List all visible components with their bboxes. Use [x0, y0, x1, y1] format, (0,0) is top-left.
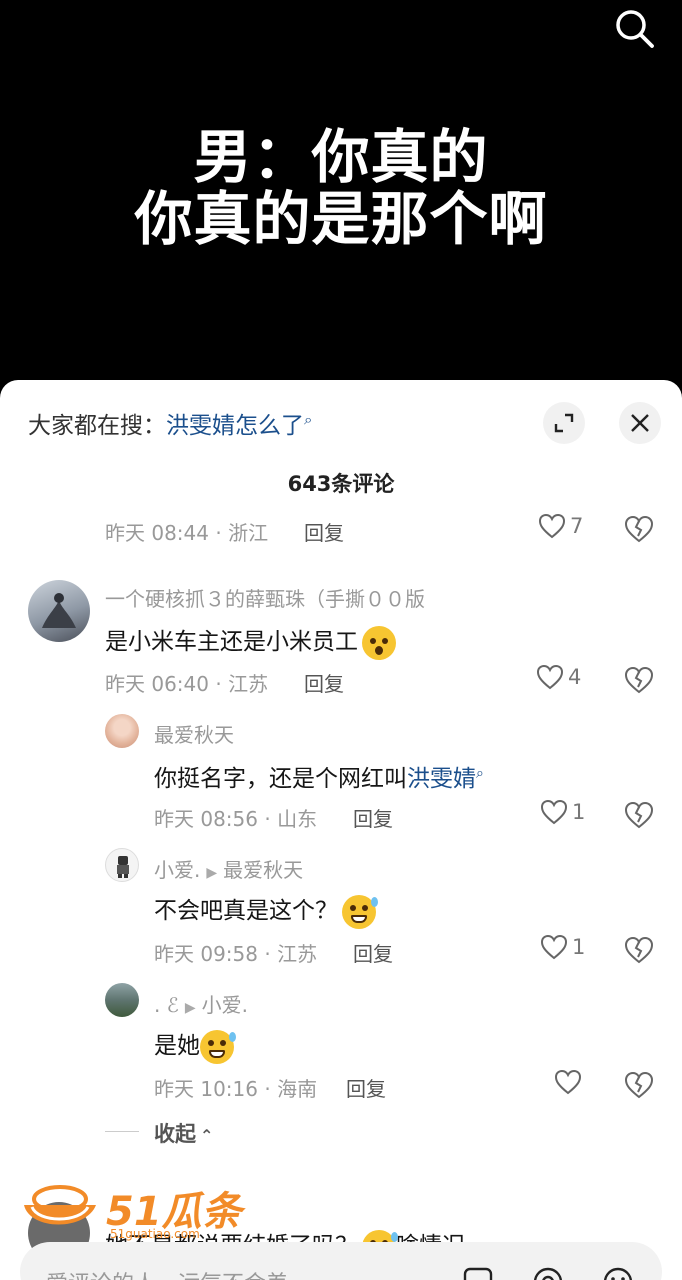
- avatar[interactable]: [28, 580, 90, 642]
- comment-meta: 昨天 10:16 · 海南: [154, 1077, 318, 1101]
- caption-line-1: 男：你真的: [193, 123, 489, 191]
- search-small-icon: ⌕: [304, 410, 313, 429]
- like-count: 7: [570, 514, 584, 538]
- comment-meta: 昨天 06:40 · 江苏: [105, 672, 269, 696]
- comment-text-content: 你挺名字，还是个网红叫: [154, 766, 407, 792]
- commenter-name-text: . ℰ: [154, 993, 179, 1017]
- like-count: 1: [572, 935, 586, 959]
- avatar[interactable]: [105, 848, 139, 882]
- emoji-icon: [603, 1267, 633, 1280]
- commenter-name-text: 小爱.: [154, 858, 201, 882]
- heart-icon: [538, 513, 566, 539]
- commenter-name[interactable]: . ℰ ▶ 小爱.: [154, 989, 248, 1018]
- video-caption: 男：你真的 你真的是那个啊: [0, 126, 682, 250]
- grimacing-sweat-emoji-icon: [200, 1029, 236, 1064]
- dislike-button[interactable]: [624, 936, 654, 964]
- mention-button[interactable]: [532, 1266, 564, 1280]
- comment-input[interactable]: 爱评论的人，运气不会差: [20, 1242, 662, 1280]
- like-count: 4: [568, 665, 582, 689]
- emoji-button[interactable]: [602, 1266, 634, 1280]
- image-icon: [463, 1267, 493, 1280]
- dislike-button[interactable]: [624, 515, 654, 543]
- comment-input-placeholder: 爱评论的人，运气不会差: [46, 1266, 288, 1280]
- search-icon: [616, 10, 654, 48]
- broken-heart-icon: [624, 515, 654, 543]
- heart-icon: [540, 799, 568, 825]
- close-button[interactable]: [619, 402, 661, 444]
- comment-text: 不会吧真是这个？: [154, 891, 378, 929]
- commenter-name[interactable]: 最爱秋天: [154, 719, 234, 748]
- heart-icon: [540, 934, 568, 960]
- like-button[interactable]: 1: [540, 799, 585, 825]
- expand-icon: [554, 413, 574, 433]
- reply-to-name[interactable]: 小爱.: [202, 993, 248, 1017]
- commenter-name[interactable]: 一个硬核抓３的薛甄珠（手撕００版: [105, 583, 425, 612]
- heart-icon: [554, 1069, 582, 1095]
- search-suggestion[interactable]: 大家都在搜：洪雯婧怎么了⌕: [28, 406, 312, 440]
- reply-arrow-icon: ▶: [206, 865, 218, 881]
- comment-text: 是她: [154, 1026, 236, 1064]
- dislike-button[interactable]: [624, 1071, 654, 1099]
- reply-to-name[interactable]: 最爱秋天: [223, 858, 303, 882]
- comment-meta: 昨天 08:56 · 山东: [154, 807, 318, 831]
- comment-count: 643条评论: [287, 472, 395, 496]
- commenter-name[interactable]: 小爱. ▶ 最爱秋天: [154, 854, 303, 883]
- comment-search-link[interactable]: 洪雯婧: [407, 766, 476, 792]
- video-player[interactable]: 男：你真的 你真的是那个啊: [0, 0, 682, 400]
- reply-button[interactable]: 回复: [304, 517, 344, 546]
- close-icon: [631, 414, 649, 432]
- broken-heart-icon: [624, 936, 654, 964]
- chevron-up-icon: ⌃: [200, 1126, 214, 1145]
- caption-line-2: 你真的是那个啊: [134, 185, 548, 253]
- search-suggestion-prefix: 大家都在搜：: [28, 413, 166, 439]
- watermark-melon-icon: [24, 1185, 96, 1225]
- reply-button[interactable]: 回复: [353, 938, 393, 967]
- search-button[interactable]: [614, 8, 656, 50]
- reply-button[interactable]: 回复: [346, 1073, 386, 1102]
- reply-arrow-icon: ▶: [184, 1000, 196, 1016]
- comment-text: 是小米车主还是小米员工: [105, 622, 396, 660]
- collapse-label: 收起: [154, 1122, 196, 1146]
- comment-sheet: 大家都在搜：洪雯婧怎么了⌕ 643条评论 昨天 08:44 · 浙江 回复 7 …: [0, 380, 682, 1280]
- avatar-figure: [117, 856, 129, 878]
- comment-text: 你挺名字，还是个网红叫洪雯婧⌕: [154, 759, 484, 793]
- like-button[interactable]: 1: [540, 934, 585, 960]
- comment-meta: 昨天 09:58 · 江苏: [154, 942, 318, 966]
- broken-heart-icon: [624, 1071, 654, 1099]
- watermark-logo: 51瓜条 51guatiao.com: [20, 1175, 250, 1245]
- astonished-emoji-icon: [362, 625, 396, 660]
- comment-meta: 昨天 08:44 · 浙江: [105, 521, 269, 545]
- comment-text-content: 是小米车主还是小米员工: [105, 629, 358, 655]
- heart-icon: [536, 664, 564, 690]
- like-button[interactable]: 4: [536, 664, 581, 690]
- expand-button[interactable]: [543, 402, 585, 444]
- avatar[interactable]: [105, 714, 139, 748]
- search-suggestion-term[interactable]: 洪雯婧怎么了: [166, 413, 304, 439]
- collapse-divider: [105, 1131, 139, 1132]
- reply-button[interactable]: 回复: [304, 668, 344, 697]
- broken-heart-icon: [624, 666, 654, 694]
- image-button[interactable]: [462, 1266, 494, 1280]
- collapse-replies-button[interactable]: 收起 ⌃: [154, 1118, 213, 1148]
- at-icon: [533, 1267, 563, 1280]
- broken-heart-icon: [624, 801, 654, 829]
- comment-text-content: 是她: [154, 1033, 200, 1059]
- reply-button[interactable]: 回复: [353, 803, 393, 832]
- search-small-icon: ⌕: [476, 765, 484, 782]
- grimacing-sweat-emoji-icon: [342, 894, 378, 929]
- dislike-button[interactable]: [624, 666, 654, 694]
- dislike-button[interactable]: [624, 801, 654, 829]
- watermark-domain: 51guatiao.com: [110, 1227, 200, 1241]
- comment-text-content: 不会吧真是这个？: [154, 898, 338, 924]
- avatar-photo: [42, 593, 76, 628]
- like-count: 1: [572, 800, 586, 824]
- like-button[interactable]: [554, 1069, 582, 1095]
- like-button[interactable]: 7: [538, 513, 583, 539]
- avatar[interactable]: [105, 983, 139, 1017]
